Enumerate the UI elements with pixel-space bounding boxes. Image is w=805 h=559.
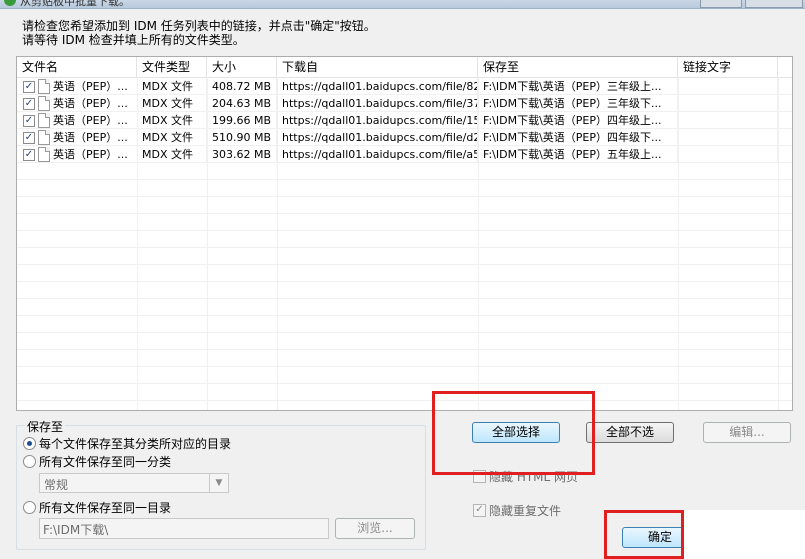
- cell-name: 英语（PEP）...: [53, 131, 128, 144]
- cell-size: 199.66 MB: [207, 112, 277, 129]
- radio-save-by-category-label[interactable]: 每个文件保存至其分类所对应的目录: [39, 435, 231, 452]
- file-icon: [38, 96, 50, 111]
- cell-save: F:\IDM下载\英语（PEP）三年级上...: [478, 78, 678, 95]
- cell-link: [678, 95, 778, 112]
- cell-url: https://qdall01.baidupcs.com/file/d2...: [277, 129, 478, 146]
- column-header-url[interactable]: 下载自: [277, 57, 478, 77]
- table-row[interactable]: ✓ 英语（PEP）... MDX 文件 510.90 MB https://qd…: [17, 129, 792, 146]
- cell-name: 英语（PEP）...: [53, 114, 128, 127]
- radio-save-same-category-label[interactable]: 所有文件保存至同一分类: [39, 453, 171, 470]
- cell-url: https://qdall01.baidupcs.com/file/15...: [277, 112, 478, 129]
- cell-size: 408.72 MB: [207, 78, 277, 95]
- radio-save-same-folder-label[interactable]: 所有文件保存至同一目录: [39, 499, 171, 516]
- list-header: 文件名 文件类型 大小 下载自 保存至 链接文字: [17, 57, 792, 78]
- hide-duplicates-checkbox[interactable]: ✓: [473, 504, 486, 517]
- save-path-value: F:\IDM下载\: [43, 523, 109, 537]
- row-checkbox[interactable]: ✓: [23, 98, 35, 110]
- cell-save: F:\IDM下载\英语（PEP）四年级下...: [478, 129, 678, 146]
- minimize-button[interactable]: [700, 0, 742, 8]
- radio-save-same-folder[interactable]: [23, 501, 36, 514]
- hide-duplicates-label[interactable]: 隐藏重复文件: [489, 502, 561, 519]
- save-to-legend: 保存至: [25, 418, 66, 435]
- cell-type: MDX 文件: [137, 112, 207, 129]
- cell-url: https://qdall01.baidupcs.com/file/82...: [277, 78, 478, 95]
- table-row[interactable]: ✓ 英语（PEP）... MDX 文件 204.63 MB https://qd…: [17, 95, 792, 112]
- title-bar: 从剪贴板中批量下载。: [0, 0, 805, 9]
- row-checkbox[interactable]: ✓: [23, 81, 35, 93]
- cell-name: 英语（PEP）...: [53, 97, 128, 110]
- highlight-box-select-all: [432, 391, 595, 475]
- file-icon: [38, 113, 50, 128]
- column-header-link[interactable]: 链接文字: [678, 57, 778, 77]
- edit-button[interactable]: 编辑...: [703, 422, 791, 443]
- cell-url: https://qdall01.baidupcs.com/file/37...: [277, 95, 478, 112]
- cell-link: [678, 129, 778, 146]
- category-select-value: 常规: [44, 478, 69, 492]
- column-header-size[interactable]: 大小: [207, 57, 277, 77]
- cell-size: 204.63 MB: [207, 95, 277, 112]
- save-path-field[interactable]: F:\IDM下载\: [39, 518, 329, 539]
- column-header-type[interactable]: 文件类型: [137, 57, 207, 77]
- file-icon: [38, 79, 50, 94]
- cell-type: MDX 文件: [137, 95, 207, 112]
- row-checkbox[interactable]: ✓: [23, 149, 35, 161]
- instruction-line-2: 请等待 IDM 检查并填上所有的文件类型。: [22, 33, 245, 47]
- cell-link: [678, 112, 778, 129]
- cell-save: F:\IDM下载\英语（PEP）四年级上...: [478, 112, 678, 129]
- select-none-button[interactable]: 全部不选: [586, 422, 674, 443]
- row-checkbox[interactable]: ✓: [23, 115, 35, 127]
- file-icon: [38, 130, 50, 145]
- table-row[interactable]: ✓ 英语（PEP）... MDX 文件 408.72 MB https://qd…: [17, 78, 792, 95]
- window-title: 从剪贴板中批量下载。: [20, 0, 130, 8]
- idm-icon: [4, 0, 16, 6]
- cell-link: [678, 78, 778, 95]
- radio-save-by-category[interactable]: [23, 437, 36, 450]
- cell-save: F:\IDM下载\英语（PEP）三年级下...: [478, 95, 678, 112]
- cell-type: MDX 文件: [137, 78, 207, 95]
- close-button[interactable]: [745, 0, 803, 8]
- cell-type: MDX 文件: [137, 129, 207, 146]
- save-to-group: 保存至 每个文件保存至其分类所对应的目录 所有文件保存至同一分类 常规 ▼ 所有…: [16, 418, 426, 550]
- browse-button[interactable]: 浏览...: [335, 518, 415, 539]
- table-row[interactable]: ✓ 英语（PEP）... MDX 文件 303.62 MB https://qd…: [17, 146, 792, 163]
- blank-area: [683, 510, 805, 559]
- cell-name: 英语（PEP）...: [53, 148, 128, 161]
- row-checkbox[interactable]: ✓: [23, 132, 35, 144]
- cell-type: MDX 文件: [137, 146, 207, 163]
- file-list[interactable]: 文件名 文件类型 大小 下载自 保存至 链接文字 ✓ 英语（PEP）... MD…: [16, 56, 793, 411]
- table-row[interactable]: ✓ 英语（PEP）... MDX 文件 199.66 MB https://qd…: [17, 112, 792, 129]
- radio-save-same-category[interactable]: [23, 455, 36, 468]
- file-icon: [38, 147, 50, 162]
- cell-url: https://qdall01.baidupcs.com/file/a5...: [277, 146, 478, 163]
- highlight-box-ok: [604, 510, 684, 559]
- category-select[interactable]: 常规 ▼: [39, 473, 229, 493]
- cell-save: F:\IDM下载\英语（PEP）五年级上...: [478, 146, 678, 163]
- column-header-save[interactable]: 保存至: [478, 57, 678, 77]
- chevron-down-icon[interactable]: ▼: [209, 474, 228, 492]
- cell-size: 510.90 MB: [207, 129, 277, 146]
- cell-name: 英语（PEP）...: [53, 80, 128, 93]
- column-header-name[interactable]: 文件名: [17, 57, 137, 77]
- instruction-line-1: 请检查您希望添加到 IDM 任务列表中的链接，并点击"确定"按钮。: [22, 19, 376, 33]
- cell-link: [678, 146, 778, 163]
- cell-size: 303.62 MB: [207, 146, 277, 163]
